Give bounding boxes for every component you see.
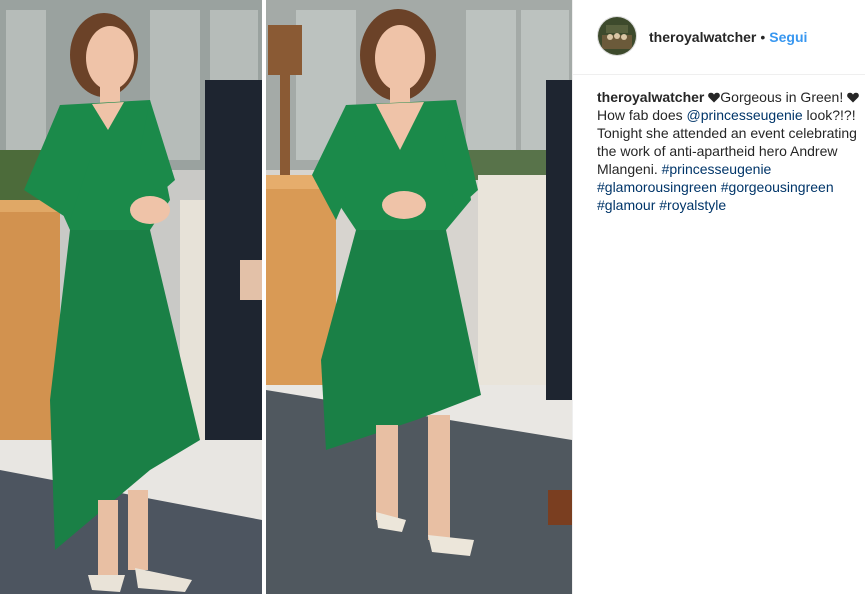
post-photo[interactable]	[0, 0, 572, 594]
hashtag-link[interactable]: #princesseugenie	[662, 161, 772, 177]
post-caption: theroyalwatcher Gorgeous in Green! How f…	[597, 88, 863, 214]
avatar-image	[598, 17, 636, 55]
photo-left-image	[0, 0, 262, 594]
caption-text-2: How fab does	[597, 107, 687, 123]
photo-left	[0, 0, 262, 594]
black-heart-icon	[708, 92, 721, 103]
hashtag-link[interactable]: #glamorousingreen	[597, 179, 717, 195]
caption-text-1: Gorgeous in Green!	[720, 89, 848, 105]
hashtag-link[interactable]: #glamour	[597, 197, 655, 213]
black-heart-icon	[847, 92, 859, 103]
post-header: theroyalwatcher • Segui	[573, 0, 865, 75]
photo-right-image	[266, 0, 572, 594]
hashtag-link[interactable]: #royalstyle	[659, 197, 726, 213]
username-link[interactable]: theroyalwatcher	[649, 29, 756, 45]
avatar[interactable]	[597, 16, 637, 56]
follow-button[interactable]: Segui	[769, 29, 807, 45]
separator-dot: •	[760, 29, 766, 45]
hashtag-link[interactable]: #gorgeousingreen	[721, 179, 834, 195]
photo-right	[266, 0, 572, 594]
post-header-text: theroyalwatcher • Segui	[649, 28, 807, 46]
post-side-panel: theroyalwatcher • Segui theroyalwatcher Go…	[572, 0, 865, 594]
mention-link[interactable]: @princesseugenie	[687, 107, 803, 123]
caption-username[interactable]: theroyalwatcher	[597, 89, 704, 105]
